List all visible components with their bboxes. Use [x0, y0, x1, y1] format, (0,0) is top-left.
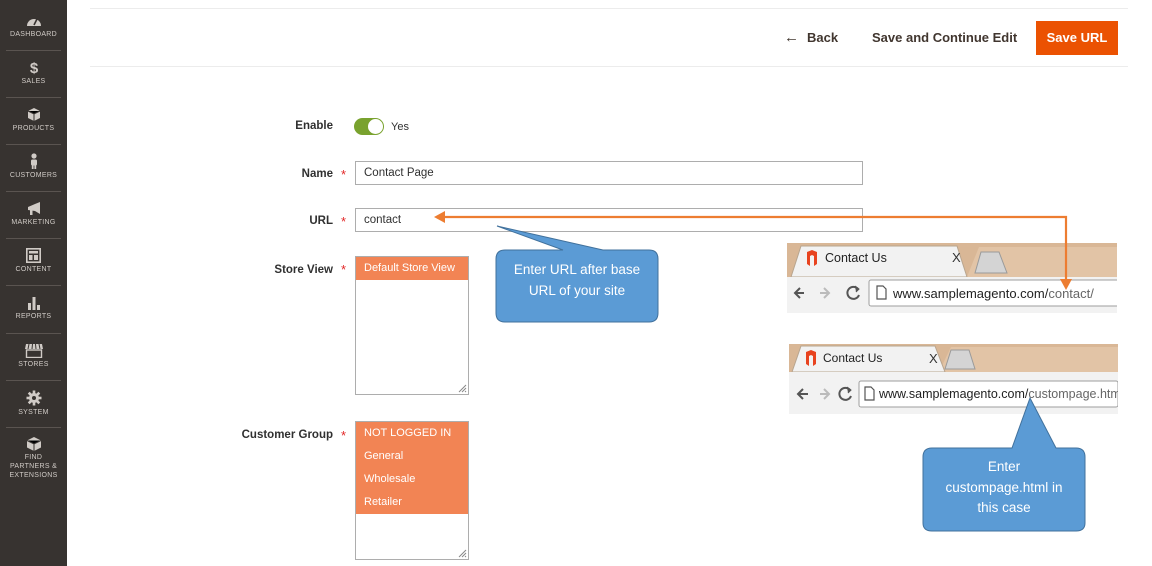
- callout-custompage-line3: this case: [977, 500, 1030, 515]
- arrowhead-down: [1060, 279, 1072, 290]
- arrowhead-left: [434, 211, 445, 223]
- callout-url-hint-line1: Enter URL after base: [514, 262, 640, 277]
- callout-custompage-line2: custompage.html in: [945, 480, 1062, 495]
- callout-custompage-line1: Enter: [988, 459, 1021, 474]
- annotation-overlay: Enter URL after base URL of your site En…: [434, 211, 1086, 532]
- callout-url-hint-line2: URL of your site: [529, 283, 625, 298]
